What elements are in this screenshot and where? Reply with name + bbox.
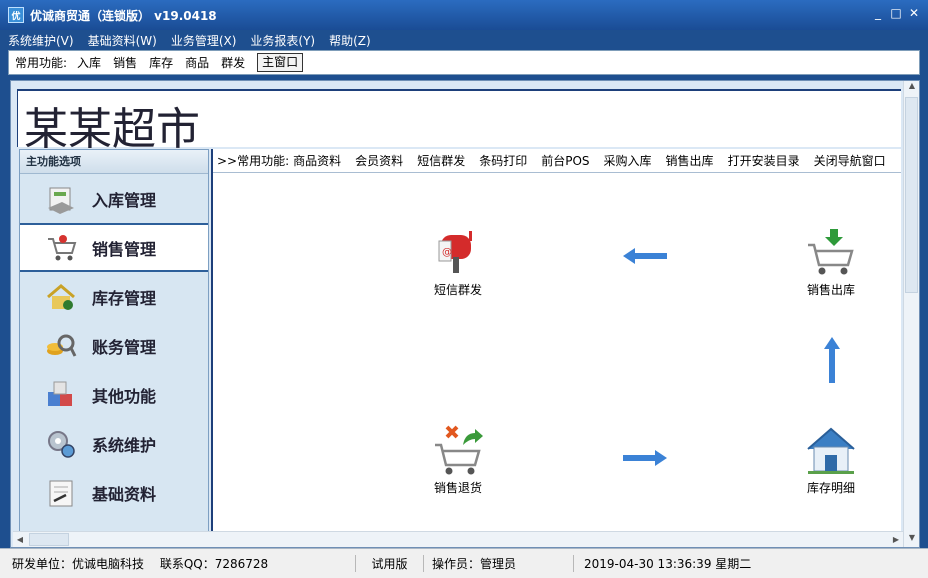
sms-mailbox-icon: @ [431, 225, 485, 279]
main-frame: 某某超市 主功能选项 入库管理 销售管理 库存管理 账务管理 其他功能 系统维护… [10, 80, 920, 548]
sidebar-label-basic-data: 基础资料 [92, 484, 157, 504]
main-window-tab[interactable]: 主窗口 [257, 53, 304, 72]
title-bar: 优 优诚商贸通（连锁版） v19.0418 _ □ ✕ [0, 0, 928, 30]
scroll-left-arrow-icon[interactable]: ◀ [13, 532, 27, 547]
finance-coins-icon [44, 329, 78, 363]
menu-bar: 系统维护(V) 基础资料(W) 业务管理(X) 业务报表(Y) 帮助(Z) [0, 30, 928, 50]
sidebar-item-basic-data[interactable]: 基础资料 [20, 468, 208, 517]
arrow-left-icon [623, 248, 667, 264]
sidebar-label-finance: 账务管理 [92, 337, 157, 357]
stock-house-icon [804, 423, 858, 477]
horizontal-scrollbar[interactable]: ◀ ▶ [13, 531, 903, 547]
sidebar-item-inventory[interactable]: 库存管理 [20, 272, 208, 321]
status-developer-cell: 研发单位：优诚电脑科技 联系QQ：7286728 [0, 555, 356, 572]
status-operator: 操作员：管理员 [424, 555, 574, 572]
store-banner: 某某超市 [17, 89, 901, 155]
outbound-cart-icon [804, 225, 858, 279]
horizontal-scroll-thumb[interactable] [29, 533, 69, 546]
sidebar-label-inventory: 库存管理 [92, 288, 157, 308]
menu-system-maintenance[interactable]: 系统维护(V) [8, 32, 74, 49]
nav-bulk-sms[interactable]: 短信群发 [417, 152, 465, 169]
flow-node-return[interactable]: 销售退货 [418, 423, 498, 496]
toolbar-inbound[interactable]: 入库 [77, 54, 101, 71]
flow-label-return: 销售退货 [433, 481, 482, 495]
flow-node-sms[interactable]: @ 短信群发 [418, 225, 498, 298]
vertical-scroll-thumb[interactable] [905, 97, 918, 293]
main-sidebar: 主功能选项 入库管理 销售管理 库存管理 账务管理 其他功能 系统维护 基础资料 [19, 149, 209, 533]
inventory-house-icon [44, 280, 78, 314]
nav-barcode-print[interactable]: 条码打印 [479, 152, 527, 169]
vertical-scrollbar[interactable]: ▲ ▼ [903, 81, 919, 547]
status-developer: 研发单位：优诚电脑科技 [12, 557, 145, 571]
basic-data-icon [44, 476, 78, 510]
sidebar-item-sales[interactable]: 销售管理 [20, 223, 208, 272]
quick-toolbar: 常用功能: 入库 销售 库存 商品 群发 主窗口 [8, 50, 920, 75]
nav-front-pos[interactable]: 前台POS [541, 152, 589, 169]
window-title: 优诚商贸通（连锁版） v19.0418 [30, 8, 217, 23]
status-datetime: 2019-04-30 13:36:39 星期二 [584, 557, 752, 571]
sales-cart-icon [44, 231, 78, 265]
svg-text:@: @ [442, 247, 452, 258]
flow-label-outbound: 销售出库 [806, 283, 855, 297]
other-abc-icon [44, 378, 78, 412]
sidebar-item-inbound[interactable]: 入库管理 [20, 174, 208, 223]
toolbar-label: 常用功能: [15, 56, 68, 70]
arrow-right-icon [623, 450, 667, 466]
app-logo-icon: 优 [8, 7, 24, 23]
toolbar-bulk-sms[interactable]: 群发 [221, 54, 245, 71]
sidebar-label-sales: 销售管理 [92, 239, 157, 259]
scroll-down-arrow-icon[interactable]: ▼ [904, 533, 920, 547]
return-cart-icon [431, 423, 485, 477]
sidebar-item-other[interactable]: 其他功能 [20, 370, 208, 419]
flow-label-stock: 库存明细 [806, 481, 855, 495]
arrow-up-icon [824, 337, 840, 383]
close-button[interactable]: ✕ [908, 6, 920, 20]
nav-product-info[interactable]: 商品资料 [293, 152, 341, 169]
flow-node-stock[interactable]: 库存明细 [791, 423, 871, 496]
sidebar-item-finance[interactable]: 账务管理 [20, 321, 208, 370]
menu-business-reports[interactable]: 业务报表(Y) [250, 32, 315, 49]
sidebar-label-system: 系统维护 [92, 435, 157, 455]
store-name: 某某超市 [24, 104, 200, 155]
sidebar-label-other: 其他功能 [92, 386, 157, 406]
nav-purchase-inbound[interactable]: 采购入库 [604, 152, 652, 169]
menu-business-management[interactable]: 业务管理(X) [171, 32, 237, 49]
sidebar-item-system[interactable]: 系统维护 [20, 419, 208, 468]
flow-label-sms: 短信群发 [433, 283, 482, 297]
nav-member-info[interactable]: 会员资料 [355, 152, 403, 169]
toolbar-inventory[interactable]: 库存 [149, 54, 173, 71]
nav-close-navigation[interactable]: 关闭导航窗口 [814, 152, 886, 169]
nav-sales-outbound[interactable]: 销售出库 [666, 152, 714, 169]
common-functions-bar: >>常用功能: 商品资料 会员资料 短信群发 条码打印 前台POS 采购入库 销… [213, 149, 901, 173]
scroll-right-arrow-icon[interactable]: ▶ [889, 532, 903, 547]
status-bar: 研发单位：优诚电脑科技 联系QQ：7286728 试用版 操作员：管理员 201… [0, 548, 928, 578]
system-gear-icon [44, 427, 78, 461]
maximize-button[interactable]: □ [890, 6, 902, 20]
nav-open-install-dir[interactable]: 打开安装目录 [728, 152, 800, 169]
nav-prefix: >>常用功能: [217, 154, 290, 168]
sidebar-label-inbound: 入库管理 [92, 190, 157, 210]
menu-basic-data[interactable]: 基础资料(W) [88, 32, 157, 49]
navigation-content: >>常用功能: 商品资料 会员资料 短信群发 条码打印 前台POS 采购入库 销… [211, 149, 901, 533]
scroll-up-arrow-icon[interactable]: ▲ [904, 81, 920, 95]
flow-node-outbound[interactable]: 销售出库 [791, 225, 871, 298]
minimize-button[interactable]: _ [872, 6, 884, 20]
status-edition: 试用版 [356, 555, 424, 572]
toolbar-products[interactable]: 商品 [185, 54, 209, 71]
inbound-icon [44, 182, 78, 216]
sidebar-header: 主功能选项 [20, 150, 208, 174]
status-qq: 联系QQ：7286728 [159, 557, 269, 571]
menu-help[interactable]: 帮助(Z) [329, 32, 371, 49]
toolbar-sales[interactable]: 销售 [113, 54, 137, 71]
